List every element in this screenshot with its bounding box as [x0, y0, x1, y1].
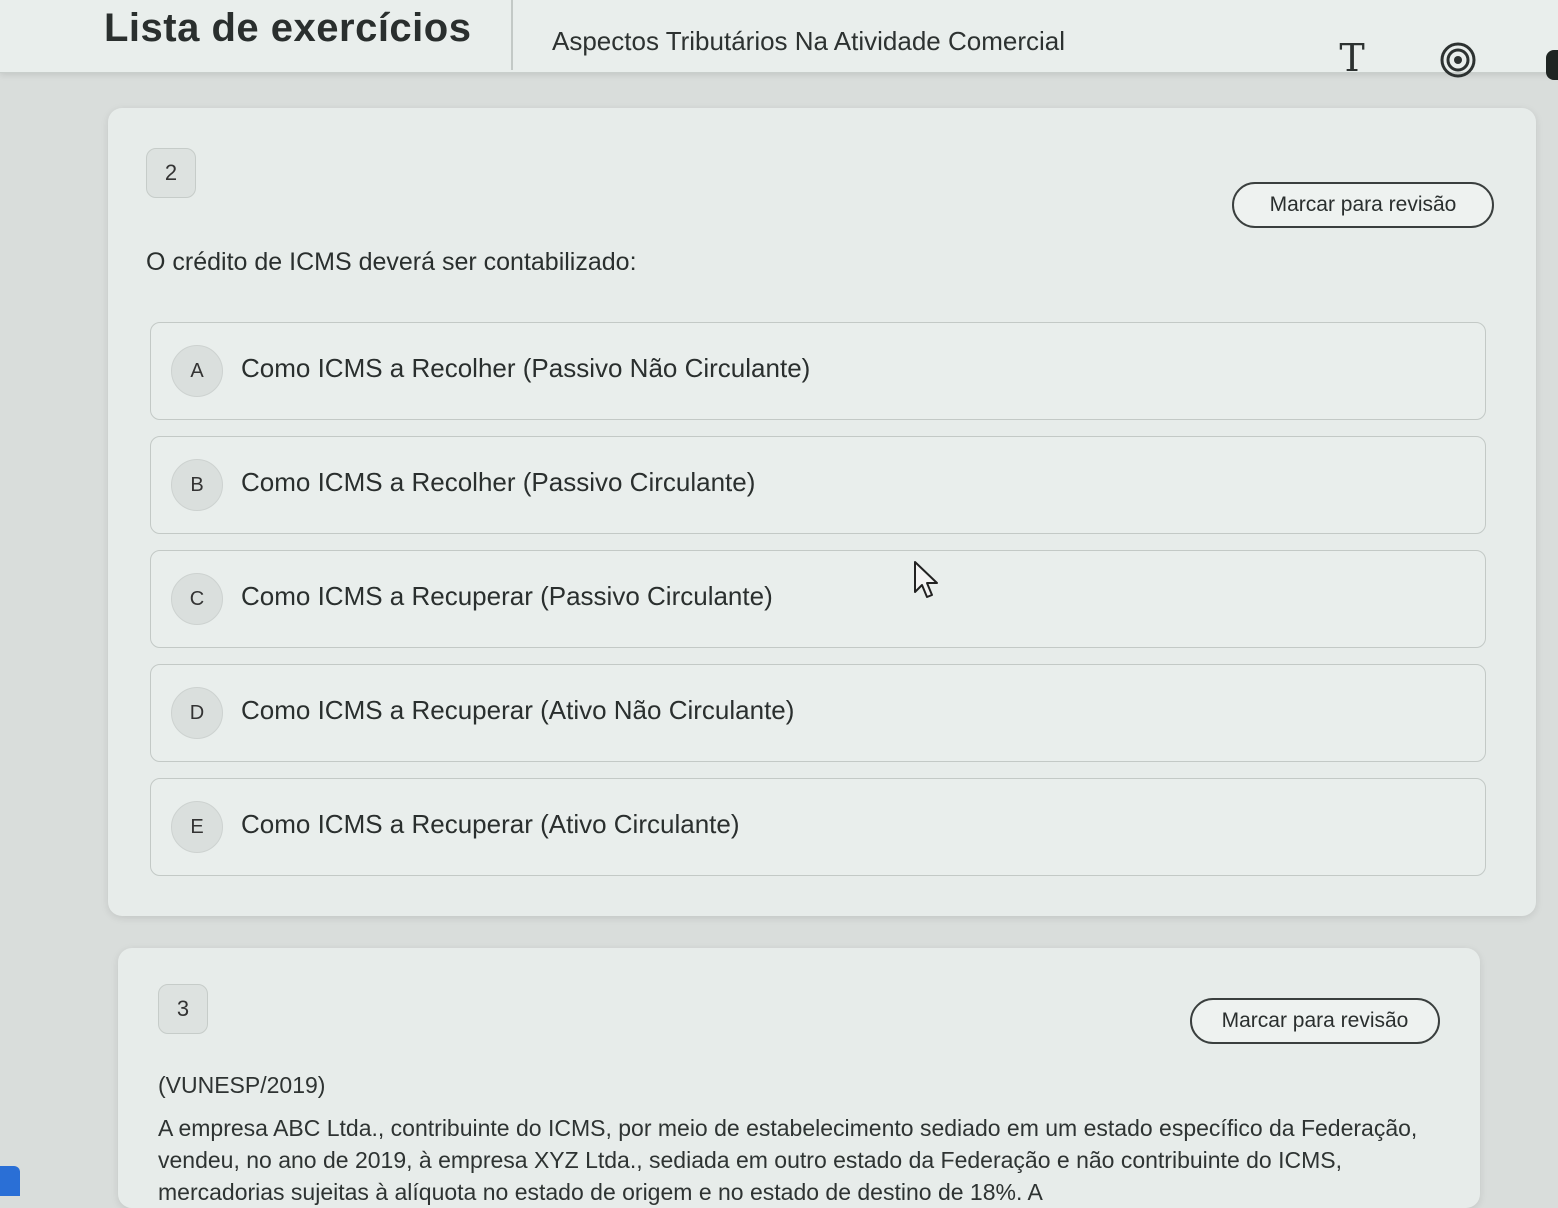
option-text: Como ICMS a Recuperar (Ativo Não Circula…	[241, 695, 795, 725]
question-number: 3	[158, 984, 208, 1034]
option-text: Como ICMS a Recolher (Passivo Não Circul…	[241, 353, 811, 383]
question-text: A empresa ABC Ltda., contribuinte do ICM…	[158, 1115, 1418, 1205]
option-e[interactable]: E Como ICMS a Recuperar (Ativo Circulant…	[150, 778, 1486, 876]
page-title: Lista de exercícios	[104, 6, 472, 50]
option-a[interactable]: A Como ICMS a Recolher (Passivo Não Circ…	[150, 322, 1486, 420]
taskbar-edge	[0, 1166, 20, 1196]
question-number: 2	[146, 148, 196, 198]
option-letter: E	[171, 801, 223, 853]
option-text: Como ICMS a Recolher (Passivo Circulante…	[241, 467, 756, 497]
question-source: (VUNESP/2019)	[158, 1072, 326, 1098]
question-card-2: 2 Marcar para revisão O crédito de ICMS …	[108, 108, 1536, 916]
option-letter: C	[171, 573, 223, 625]
option-letter: D	[171, 687, 223, 739]
option-text: Como ICMS a Recuperar (Ativo Circulante)	[241, 809, 740, 839]
option-text: Como ICMS a Recuperar (Passivo Circulant…	[241, 581, 773, 611]
header-divider	[511, 0, 513, 70]
menu-edge-icon[interactable]	[1546, 50, 1558, 80]
target-icon[interactable]	[1440, 42, 1476, 78]
font-size-icon[interactable]: T	[1330, 36, 1374, 80]
option-c[interactable]: C Como ICMS a Recuperar (Passivo Circula…	[150, 550, 1486, 648]
option-letter: A	[171, 345, 223, 397]
question-card-3: 3 Marcar para revisão (VUNESP/2019) A em…	[118, 948, 1480, 1208]
mark-for-review-button[interactable]: Marcar para revisão	[1190, 998, 1440, 1044]
mouse-cursor-icon	[912, 560, 942, 600]
option-b[interactable]: B Como ICMS a Recolher (Passivo Circulan…	[150, 436, 1486, 534]
option-letter: B	[171, 459, 223, 511]
question-prompt: O crédito de ICMS deverá ser contabiliza…	[146, 248, 637, 276]
subject-title: Aspectos Tributários Na Atividade Comerc…	[552, 26, 1066, 56]
option-d[interactable]: D Como ICMS a Recuperar (Ativo Não Circu…	[150, 664, 1486, 762]
mark-for-review-button[interactable]: Marcar para revisão	[1232, 182, 1494, 228]
top-bar: Lista de exercícios Aspectos Tributários…	[0, 0, 1558, 80]
